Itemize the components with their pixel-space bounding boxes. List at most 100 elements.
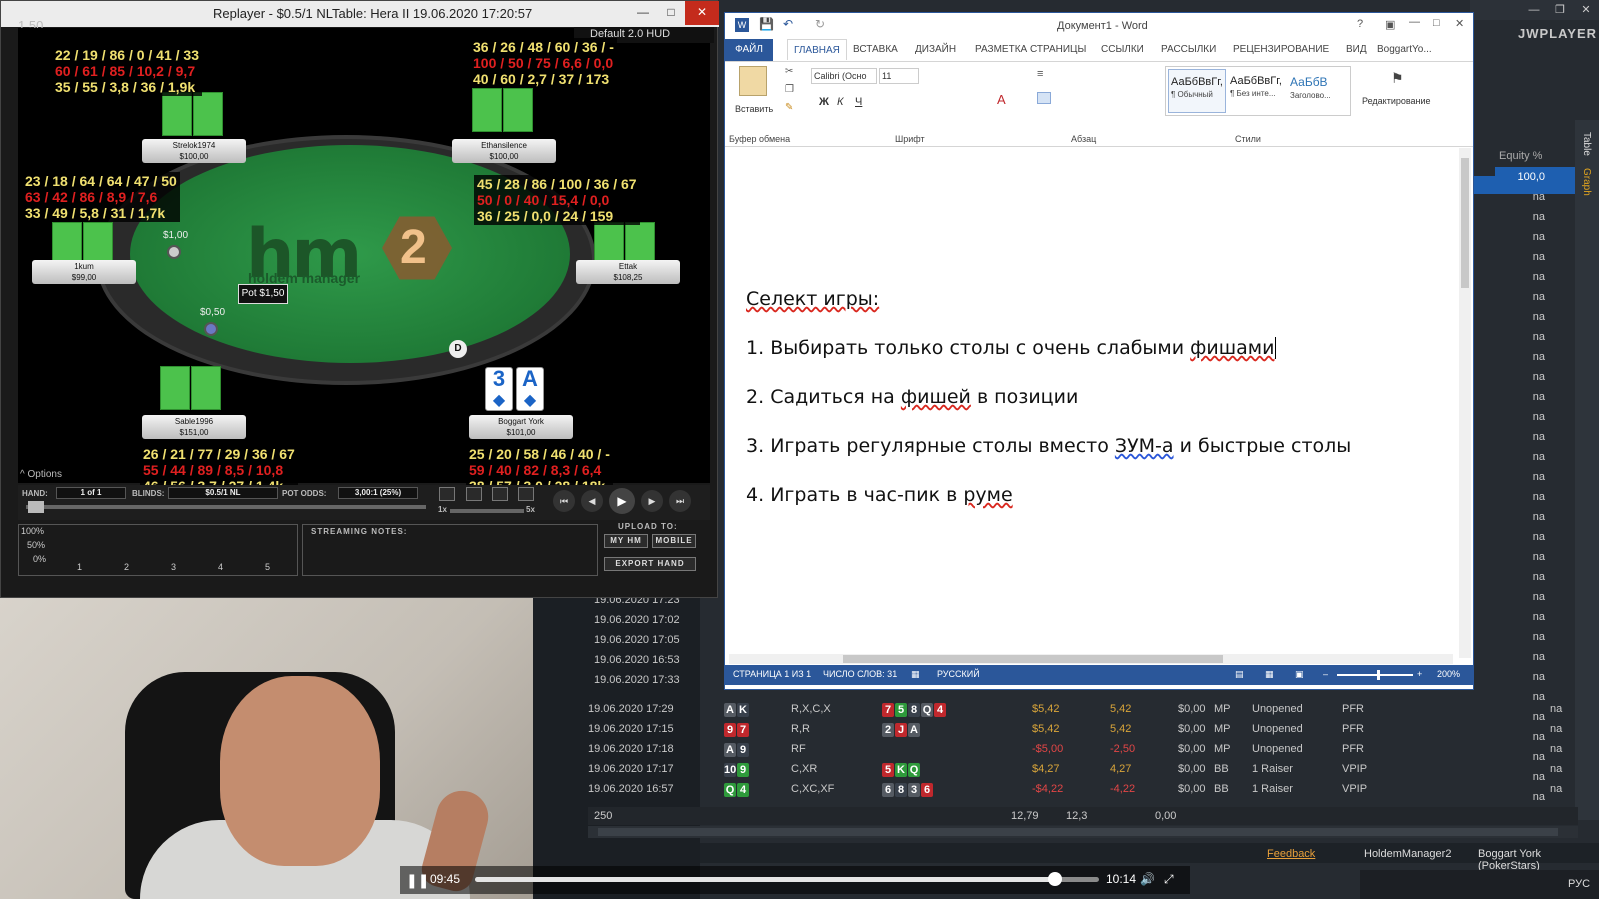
save-icon[interactable]: 💾 — [759, 17, 774, 31]
play-icon[interactable]: ▶ — [609, 488, 635, 514]
tab-graph[interactable]: Graph — [1581, 168, 1592, 196]
minimize-icon[interactable]: — — [629, 1, 657, 25]
underline-icon[interactable]: Ч — [855, 96, 862, 108]
help-icon[interactable]: ? — [1357, 18, 1363, 30]
document-page[interactable]: Селект игры: 1. Выбирать только столы с … — [725, 148, 1473, 664]
tab-view[interactable]: ВИД — [1346, 44, 1367, 55]
close-icon[interactable]: ✕ — [685, 1, 719, 25]
redo-icon[interactable]: ↻ — [815, 17, 825, 31]
player-hud[interactable]: 23 / 18 / 64 / 64 / 47 / 50 63 / 42 / 86… — [22, 172, 180, 222]
read-mode-icon[interactable]: ▤ — [1235, 669, 1244, 680]
street-button[interactable] — [466, 487, 482, 501]
step-forward-icon[interactable]: ▶ — [641, 490, 663, 512]
font-color-icon[interactable]: A — [997, 92, 1006, 107]
font-name-select[interactable]: Calibri (Осно — [811, 68, 877, 84]
table-row[interactable]: 19.06.2020 16:57 Q 4 C,XC,XF 6 8 3 6 -$4,22 -4,22… — [588, 780, 1570, 800]
seat-plate[interactable]: Ettak $108,25 — [576, 260, 680, 284]
hand-value[interactable]: 1 of 1 — [56, 487, 126, 499]
horizontal-scrollbar[interactable] — [588, 826, 1578, 838]
language-status[interactable]: РУССКИЙ — [937, 669, 980, 679]
italic-icon[interactable]: К — [837, 96, 843, 108]
scroll-thumb[interactable] — [843, 655, 1223, 663]
style-heading[interactable]: АаБбВ Заголово... — [1288, 69, 1346, 113]
session-item[interactable]: 19.06.2020 17:33 — [588, 674, 728, 694]
tab-mailings[interactable]: РАССЫЛКИ — [1161, 44, 1216, 55]
paste-button[interactable]: Вставить — [735, 104, 773, 114]
options-toggle[interactable]: ^ Options — [20, 469, 62, 480]
undo-icon[interactable]: ↶ — [783, 17, 793, 31]
skip-forward-icon[interactable]: ⏭ — [669, 490, 691, 512]
user-account[interactable]: BoggartYo... — [1377, 44, 1432, 55]
tab-home[interactable]: ГЛАВНАЯ — [787, 39, 847, 60]
style-normal[interactable]: АаБбВвГг, ¶ Обычный — [1168, 69, 1226, 113]
close-icon[interactable]: ✕ — [1455, 17, 1464, 30]
bullets-icon[interactable]: ≡ — [1037, 68, 1043, 80]
table-row[interactable]: 19.06.2020 17:18 A 9 RF -$5,00 -2,50 $0,00 MP Un… — [588, 740, 1570, 760]
tab-insert[interactable]: ВСТАВКА — [853, 44, 898, 55]
equity-header[interactable]: Equity % — [1495, 145, 1575, 167]
my-hm-button[interactable]: MY HM — [604, 534, 648, 548]
step-back-icon[interactable]: ◀ — [581, 490, 603, 512]
tab-review[interactable]: РЕЦЕНЗИРОВАНИЕ — [1233, 44, 1329, 55]
speed-slider[interactable] — [450, 509, 524, 513]
zoom-slider-thumb[interactable] — [1377, 670, 1380, 680]
cut-icon[interactable]: ✂ — [785, 66, 793, 77]
tab-table[interactable]: Table — [1581, 132, 1592, 156]
export-hand-button[interactable]: EXPORT HAND — [604, 557, 696, 571]
player-hud[interactable]: 45 / 28 / 86 / 100 / 36 / 67 50 / 0 / 40… — [474, 175, 640, 225]
ribbon-display-icon[interactable]: ▣ — [1385, 18, 1395, 31]
word-count[interactable]: ЧИСЛО СЛОВ: 31 — [823, 669, 897, 679]
font-size-select[interactable]: 11 — [879, 68, 919, 84]
paste-icon[interactable] — [739, 66, 767, 96]
player-hud[interactable]: 22 / 19 / 86 / 0 / 41 / 33 60 / 61 / 85 … — [52, 46, 202, 96]
session-item[interactable]: 19.06.2020 17:05 — [588, 634, 728, 654]
format-painter-icon[interactable]: ✎ — [785, 102, 793, 113]
zoom-out-icon[interactable]: – — [1323, 669, 1328, 679]
page-count[interactable]: СТРАНИЦА 1 ИЗ 1 — [733, 669, 811, 679]
language-indicator[interactable]: РУС — [1568, 878, 1590, 890]
copy-icon[interactable]: ❐ — [785, 84, 794, 95]
minimize-icon[interactable]: — — [1521, 0, 1547, 20]
horizontal-scrollbar[interactable] — [729, 654, 1453, 664]
session-item[interactable]: 19.06.2020 16:53 — [588, 654, 728, 674]
restore-icon[interactable]: ❐ — [1547, 0, 1573, 20]
player-hud[interactable]: 36 / 26 / 48 / 60 / 36 / - 100 / 50 / 75… — [470, 38, 617, 88]
street-button[interactable] — [492, 487, 508, 501]
proofing-icon[interactable]: ▦ — [911, 669, 920, 680]
print-layout-icon[interactable]: ▦ — [1265, 669, 1274, 680]
table-row[interactable]: 19.06.2020 17:29 A K R,X,C,X 7 5 8 Q 4 $5,42 5,42 $… — [588, 700, 1570, 720]
editing-button[interactable]: Редактирование — [1362, 96, 1431, 106]
scroll-thumb[interactable] — [1461, 158, 1469, 288]
web-layout-icon[interactable]: ▣ — [1295, 669, 1304, 680]
pause-icon[interactable]: ❚❚ — [406, 872, 429, 889]
mobile-button[interactable]: MOBILE — [652, 534, 696, 548]
scroll-thumb[interactable] — [598, 828, 1558, 836]
table-row[interactable]: 19.06.2020 17:15 9 7 R,R 2 J A $5,42 5,42 $0,00 MP… — [588, 720, 1570, 740]
session-item[interactable]: 19.06.2020 17:02 — [588, 614, 728, 634]
seat-plate[interactable]: Ethansilence $100,00 — [452, 139, 556, 163]
maximize-icon[interactable]: □ — [1433, 17, 1440, 29]
seat-plate[interactable]: Sable1996 $151,00 — [142, 415, 246, 439]
volume-icon[interactable]: 🔊 — [1140, 872, 1155, 886]
zoom-level[interactable]: 200% — [1437, 669, 1460, 679]
minimize-icon[interactable]: — — [1409, 16, 1420, 28]
zoom-slider[interactable] — [1337, 674, 1413, 676]
align-left-icon[interactable] — [1037, 92, 1051, 104]
streaming-notes-panel[interactable]: STREAMING NOTES: — [302, 524, 598, 576]
fullscreen-icon[interactable]: ⤢ — [1164, 872, 1174, 887]
table-row[interactable]: 19.06.2020 17:17 10 9 C,XR 5 K Q $4,27 4,27 $0,00… — [588, 760, 1570, 780]
binoculars-icon[interactable]: ⚑ — [1391, 70, 1404, 87]
seat-plate[interactable]: 1kum $99,00 — [32, 260, 136, 284]
tab-references[interactable]: ССЫЛКИ — [1101, 44, 1144, 55]
maximize-icon[interactable]: □ — [657, 1, 685, 25]
seat-plate[interactable]: Boggart York $101,00 — [469, 415, 573, 439]
street-button[interactable] — [439, 487, 455, 501]
close-icon[interactable]: ✕ — [1573, 0, 1599, 20]
tab-layout[interactable]: РАЗМЕТКА СТРАНИЦЫ — [975, 44, 1086, 55]
vertical-scrollbar[interactable] — [1459, 148, 1471, 658]
style-no-spacing[interactable]: АаБбВвГг, ¶ Без инте... — [1228, 69, 1286, 113]
hand-timeline[interactable] — [26, 505, 426, 509]
timeline-slider[interactable] — [28, 501, 44, 513]
seat-plate[interactable]: Strelok1974 $100,00 — [142, 139, 246, 163]
feedback-link[interactable]: Feedback — [1267, 848, 1315, 860]
